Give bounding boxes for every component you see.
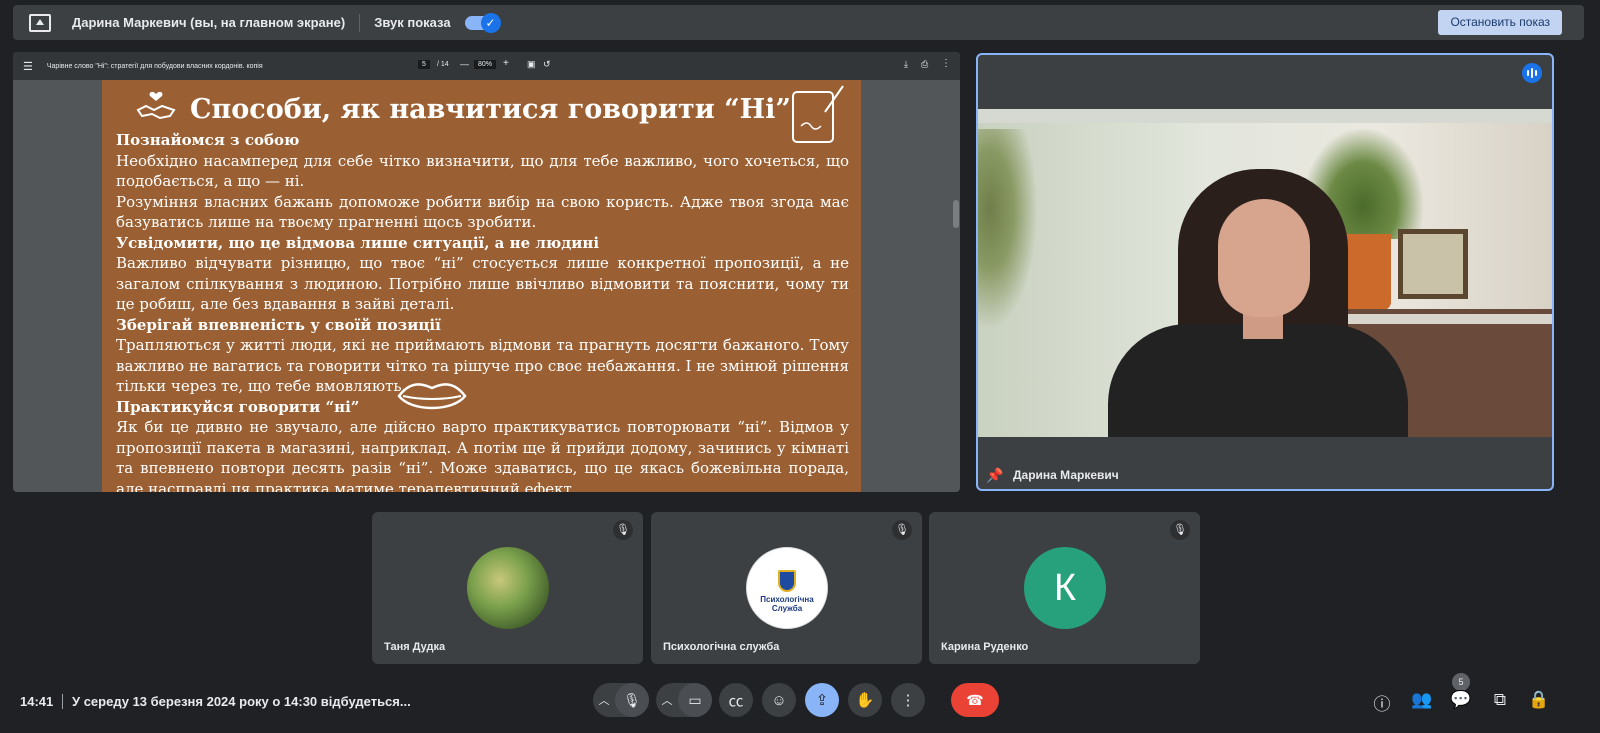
section-heading: Практикуйся говорити “ні” — [116, 397, 360, 416]
presenter-label: Дарина Маркевич (вы, на главном экране) — [72, 15, 346, 30]
check-icon: ✓ — [480, 12, 501, 33]
scrollbar[interactable] — [953, 200, 959, 228]
divider — [62, 694, 63, 709]
section-text: Як би це дивно не звучало, але дійсно ва… — [116, 418, 849, 492]
mic-off-icon: 🎙 — [1170, 520, 1190, 540]
clock: 14:41 — [20, 694, 54, 709]
avatar: К — [1024, 547, 1106, 629]
host-controls-icon[interactable]: 🔒 — [1528, 690, 1550, 710]
emoji-icon: ☺ — [771, 691, 787, 709]
activities-icon[interactable]: ⧉ — [1489, 690, 1511, 710]
camera-video — [978, 109, 1552, 437]
section-heading: Зберігай впевненість у своїй позиції — [116, 315, 441, 334]
info-icon[interactable]: ⓘ — [1371, 690, 1393, 715]
sound-label: Звук показа — [374, 15, 451, 30]
participant-tile[interactable]: 🎙 К Карина Руденко — [929, 512, 1200, 664]
reactions-button[interactable]: ☺ — [762, 683, 796, 717]
page-number-input[interactable]: 5 — [418, 60, 430, 69]
slide-title: Способи, як навчитися говорити “Ні” — [190, 94, 791, 125]
lips-icon — [397, 383, 467, 410]
section-text: Трапляються у житті люди, які не приймаю… — [116, 336, 849, 395]
avatar: Психологічна Служба — [746, 547, 828, 629]
pdf-filename: Чарівне слово "Ні": стратегії для побудо… — [46, 62, 263, 70]
more-options-button[interactable]: ⋮ — [891, 683, 925, 717]
avatar-logo-text: Психологічна Служба — [760, 594, 814, 613]
more-icon: ⋮ — [900, 692, 916, 709]
download-icon[interactable]: ⤓ — [904, 59, 908, 70]
sound-toggle[interactable]: ✓ — [464, 12, 501, 33]
rotate-icon[interactable]: ↺ — [543, 59, 551, 70]
captions-icon: ㏄ — [728, 692, 744, 710]
avatar — [467, 547, 549, 629]
meeting-title[interactable]: У середу 13 березня 2024 року о 14:30 ві… — [72, 694, 411, 709]
presentation-bar: Дарина Маркевич (вы, на главном экране) … — [13, 5, 1584, 40]
participant-name: Таня Дудка — [384, 641, 446, 653]
chevron-up-icon[interactable]: ︿ — [593, 692, 615, 708]
section-heading: Познайомся з собою — [116, 131, 300, 149]
stop-presenting-button[interactable]: Остановить показ — [1438, 10, 1562, 35]
zoom-input[interactable]: 80% — [474, 60, 497, 69]
pdf-toolbar: ☰ Чарівне слово "Ні": стратегії для побу… — [13, 52, 960, 80]
pin-icon[interactable]: 📌 — [986, 467, 1003, 484]
people-count-badge: 5 — [1452, 673, 1470, 691]
captions-button[interactable]: ㏄ — [719, 683, 753, 717]
mic-off-icon: 🎙 — [613, 520, 633, 540]
mic-control[interactable]: ︿ 🎙 — [593, 683, 649, 717]
present-screen-icon — [29, 13, 51, 32]
more-icon[interactable]: ⋮ — [941, 58, 951, 69]
section-heading: Усвідомити, що це відмова лише ситуації,… — [116, 233, 600, 252]
mic-icon[interactable]: 🎙 — [615, 683, 649, 717]
participant-tile[interactable]: 🎙 Психологічна Служба Психологічна служб… — [651, 512, 922, 664]
zoom-in-icon[interactable]: + — [503, 58, 509, 69]
raise-hand-button[interactable]: ✋ — [848, 683, 882, 717]
present-screen-icon: ⇪ — [815, 692, 829, 709]
main-camera-tile[interactable]: 📌 Дарина Маркевич — [976, 53, 1554, 491]
divider — [359, 13, 361, 32]
fit-page-icon[interactable]: ▣ — [527, 59, 536, 70]
page-total: / 14 — [437, 61, 449, 68]
leave-call-button[interactable]: ☎ — [951, 683, 999, 717]
zoom-out-icon[interactable]: — — [460, 59, 469, 69]
control-bar: 14:41 У середу 13 березня 2024 року о 14… — [0, 673, 1600, 733]
camera-control[interactable]: ︿ ▭ — [656, 683, 712, 717]
chat-icon[interactable]: 💬 — [1450, 690, 1472, 710]
participant-tile[interactable]: 🎙 Таня Дудка — [372, 512, 643, 664]
shared-screen: ☰ Чарівне слово "Ні": стратегії для побу… — [13, 52, 960, 492]
mic-off-icon: 🎙 — [892, 520, 912, 540]
participant-name: Психологічна служба — [663, 641, 780, 653]
emblem-icon — [778, 569, 796, 592]
pdf-page: Способи, як навчитися говорити “Ні” Позн… — [102, 80, 861, 492]
print-icon[interactable]: ⎙ — [921, 59, 928, 70]
speaking-indicator-icon — [1522, 63, 1542, 83]
menu-icon[interactable]: ☰ — [23, 60, 33, 73]
participant-name: Дарина Маркевич — [1013, 468, 1119, 482]
camera-icon[interactable]: ▭ — [678, 683, 712, 717]
section-text: Необхідно насамперед для себе чітко визн… — [116, 151, 849, 232]
section-text: Важливо відчувати різницю, що твоє “ні” … — [116, 254, 849, 313]
slide-body: Познайомся з собою Необхідно насамперед … — [116, 130, 849, 492]
chevron-up-icon[interactable]: ︿ — [656, 692, 678, 708]
hand-icon: ✋ — [855, 692, 875, 709]
handshake-heart-icon — [136, 91, 176, 120]
phone-hangup-icon: ☎ — [966, 691, 984, 708]
participant-name: Карина Руденко — [941, 641, 1029, 653]
present-button[interactable]: ⇪ — [805, 683, 839, 717]
people-icon[interactable]: 👥 — [1411, 690, 1433, 710]
